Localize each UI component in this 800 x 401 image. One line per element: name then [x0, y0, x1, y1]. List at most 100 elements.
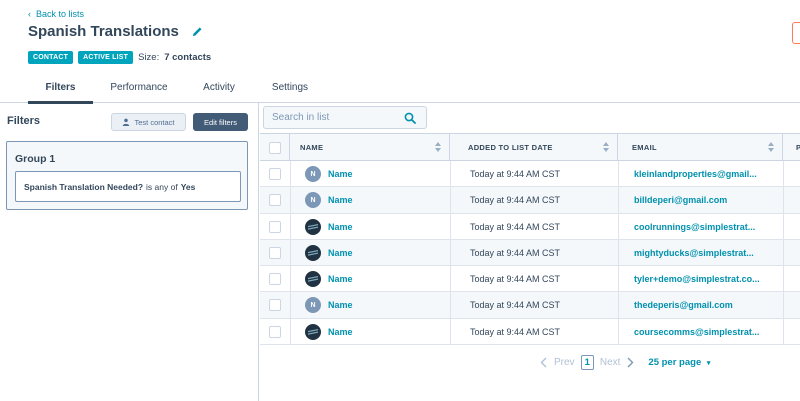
contacts-table: NAME ADDED TO LIST DATE EMAIL P N Name Tod… — [260, 133, 800, 346]
size-value: 7 contacts — [164, 52, 212, 63]
column-divider — [450, 213, 451, 239]
select-all-checkbox[interactable] — [268, 141, 281, 154]
filter-rule[interactable]: Spanish Translation Needed? is any of Ye… — [15, 171, 241, 202]
back-to-lists-link[interactable]: ‹ Back to lists — [28, 9, 84, 19]
row-select-cell — [260, 240, 290, 266]
search-box — [263, 106, 427, 129]
chevron-left-icon: ‹ — [28, 9, 31, 19]
column-divider — [290, 161, 291, 187]
tab-bar: Filters Performance Activity Settings — [0, 72, 800, 104]
row-checkbox[interactable] — [269, 246, 281, 259]
email-link[interactable]: thedeperis@gmail.com — [634, 300, 733, 310]
sort-icon — [603, 142, 609, 152]
group-title: Group 1 — [15, 153, 56, 165]
email-link[interactable]: coolrunnings@simplestrat... — [634, 222, 755, 232]
column-divider — [450, 187, 451, 213]
avatar: N — [305, 192, 321, 209]
row-select-cell — [260, 161, 290, 187]
column-header-partial[interactable]: P — [783, 134, 800, 161]
table-header: NAME ADDED TO LIST DATE EMAIL P — [260, 133, 800, 161]
tab-performance[interactable]: Performance — [105, 72, 173, 103]
caret-down-icon: ▾ — [706, 360, 711, 367]
contact-name-link[interactable]: Name — [328, 169, 353, 179]
page-title: Spanish Translations — [28, 23, 179, 40]
next-page-button[interactable]: Next — [600, 357, 635, 368]
column-divider — [783, 239, 784, 266]
table-row[interactable]: Name Today at 9:44 AM CST mightyducks@simp… — [260, 239, 800, 267]
column-header-name[interactable]: NAME — [290, 134, 450, 161]
contact-name-link[interactable]: Name — [328, 300, 353, 310]
tab-activity[interactable]: Activity — [195, 72, 243, 103]
column-divider — [290, 239, 291, 266]
chevron-left-icon — [540, 357, 547, 368]
active-list-tag: ACTIVE LIST — [78, 51, 134, 64]
email-cell: tyler+demo@simplestrat.co... — [634, 266, 776, 292]
name-cell: N Name — [305, 161, 353, 187]
column-divider — [618, 318, 619, 345]
column-divider — [783, 161, 784, 187]
select-all-cell — [260, 134, 290, 161]
table-row[interactable]: N Name Today at 9:44 AM CST thedeperis@gmai… — [260, 292, 800, 319]
current-page[interactable]: 1 — [580, 355, 594, 370]
avatar: N — [305, 166, 321, 182]
row-checkbox[interactable] — [269, 168, 281, 180]
column-header-added-date[interactable]: ADDED TO LIST DATE — [450, 134, 618, 161]
search-icon[interactable] — [404, 112, 416, 124]
added-date-cell: Today at 9:44 AM CST — [470, 221, 561, 232]
title-row: Spanish Translations — [28, 23, 205, 40]
contact-name-link[interactable]: Name — [328, 274, 353, 284]
avatar — [305, 271, 321, 288]
avatar — [305, 244, 321, 261]
actions-button[interactable] — [792, 22, 800, 44]
table-row[interactable]: Name Today at 9:44 AM CST tyler+demo@simpl… — [260, 266, 800, 293]
column-label: P — [796, 143, 800, 152]
avatar — [305, 218, 321, 235]
per-page-select[interactable]: 25 per page ▾ — [648, 357, 710, 368]
column-divider — [450, 318, 451, 345]
edit-filters-button[interactable]: Edit filters — [193, 113, 248, 131]
contact-name-link[interactable]: Name — [328, 327, 353, 337]
email-link[interactable]: kleinlandproperties@gmail... — [634, 169, 757, 179]
contact-name-link[interactable]: Name — [328, 195, 353, 205]
row-checkbox[interactable] — [269, 299, 281, 312]
row-checkbox[interactable] — [269, 194, 281, 207]
table-row[interactable]: N Name Today at 9:44 AM CST kleinlandproper… — [260, 161, 800, 188]
column-header-email[interactable]: EMAIL — [618, 134, 783, 161]
email-cell: billdeperi@gmail.com — [634, 187, 776, 213]
column-divider — [450, 292, 451, 318]
email-link[interactable]: mightyducks@simplestrat... — [634, 248, 754, 258]
test-contact-button[interactable]: Test contact — [111, 113, 186, 131]
row-select-cell — [260, 266, 290, 292]
row-checkbox[interactable] — [269, 220, 281, 233]
filter-group: Group 1 Spanish Translation Needed? is a… — [6, 141, 248, 210]
row-checkbox[interactable] — [269, 273, 281, 286]
filter-property: Spanish Translation Needed? — [24, 181, 144, 192]
name-cell: N Name — [305, 187, 353, 213]
column-label: EMAIL — [632, 143, 657, 152]
row-checkbox[interactable] — [269, 325, 281, 338]
table-row[interactable]: Name Today at 9:44 AM CST coursecomms@simp… — [260, 318, 800, 346]
back-link-label: Back to lists — [36, 9, 85, 19]
search-input[interactable] — [272, 112, 402, 123]
email-link[interactable]: tyler+demo@simplestrat.co... — [634, 274, 760, 284]
table-row[interactable]: Name Today at 9:44 AM CST coolrunnings@sim… — [260, 213, 800, 240]
pencil-icon[interactable] — [191, 25, 205, 39]
email-cell: kleinlandproperties@gmail... — [634, 161, 776, 187]
column-divider — [618, 213, 619, 239]
column-divider — [290, 318, 291, 345]
contact-name-link[interactable]: Name — [328, 248, 353, 258]
tab-settings[interactable]: Settings — [265, 72, 315, 103]
email-link[interactable]: coursecomms@simplestrat... — [634, 327, 759, 337]
contact-name-link[interactable]: Name — [328, 222, 353, 232]
added-date-cell: Today at 9:44 AM CST — [470, 274, 561, 285]
tab-filters[interactable]: Filters — [28, 72, 93, 104]
prev-page-button[interactable]: Prev — [540, 357, 575, 368]
avatar: N — [305, 297, 321, 314]
sort-icon — [768, 142, 774, 152]
table-row[interactable]: N Name Today at 9:44 AM CST billdeperi@gmai… — [260, 187, 800, 214]
email-link[interactable]: billdeperi@gmail.com — [634, 195, 727, 205]
filter-operator: is any of — [146, 181, 178, 192]
contact-tag: CONTACT — [28, 51, 74, 64]
added-date-cell: Today at 9:44 AM CST — [470, 169, 561, 179]
table-body: N Name Today at 9:44 AM CST kleinlandproper… — [260, 161, 800, 346]
